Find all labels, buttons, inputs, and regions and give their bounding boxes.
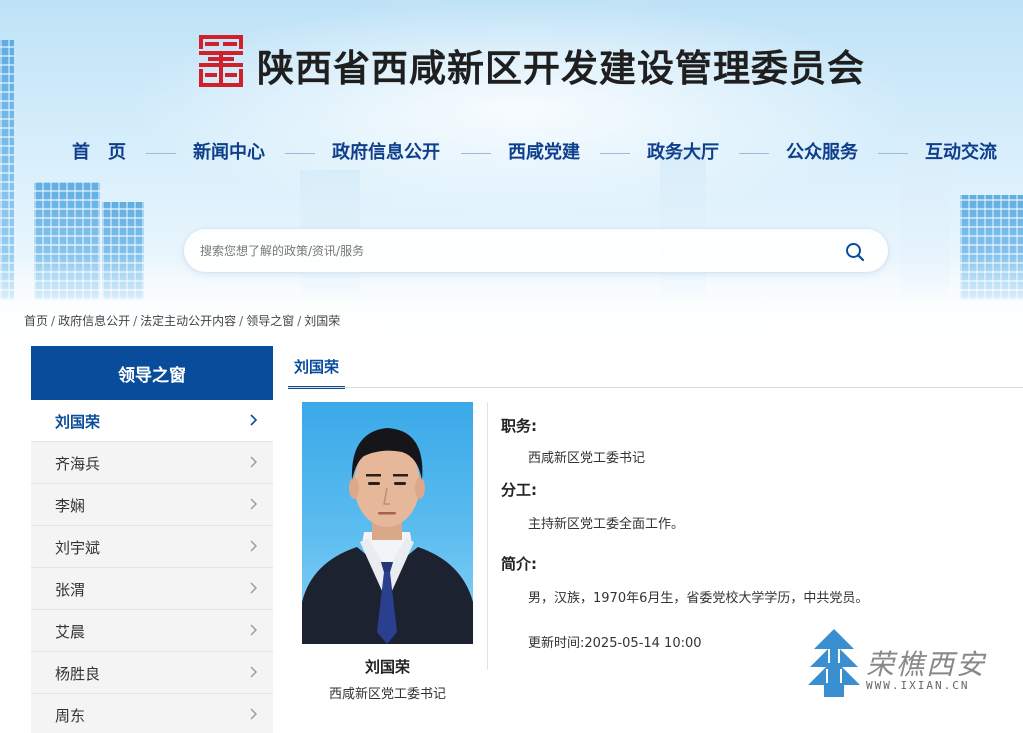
search-icon[interactable] — [844, 241, 866, 263]
sidebar-item-label: 刘宇斌 — [55, 539, 101, 557]
chevron-right-icon — [250, 540, 257, 552]
search-input[interactable] — [200, 240, 820, 262]
nav-item-news[interactable]: 新闻中心 — [193, 138, 265, 164]
chevron-right-icon — [250, 498, 257, 510]
nav-divider — [461, 153, 491, 154]
sidebar-item-zhou-dong[interactable]: 周东 — [31, 694, 273, 733]
breadcrumb: 首页 / 政府信息公开 / 法定主动公开内容 / 领导之窗 / 刘国荣 — [24, 312, 340, 329]
position-value: 西咸新区党工委书记 — [528, 451, 646, 466]
chevron-right-icon — [250, 582, 257, 594]
breadcrumb-public-content[interactable]: 法定主动公开内容 — [140, 314, 236, 328]
sidebar-item-qi-haibing[interactable]: 齐海兵 — [31, 442, 273, 484]
sidebar-item-liu-guorong[interactable]: 刘国荣 — [31, 400, 273, 442]
sidebar-item-label: 张渭 — [55, 581, 86, 599]
sidebar-item-ai-chen[interactable]: 艾晨 — [31, 610, 273, 652]
breadcrumb-separator: / — [297, 314, 302, 328]
nav-divider — [739, 153, 769, 154]
search-bar — [183, 228, 889, 273]
portrait-caption: 西咸新区党工委书记 — [328, 687, 446, 702]
sidebar-item-yang-shengliang[interactable]: 杨胜良 — [31, 652, 273, 694]
nav-divider — [878, 153, 908, 154]
breadcrumb-current: 刘国荣 — [304, 314, 341, 328]
breadcrumb-separator: / — [239, 314, 244, 328]
breadcrumb-leaders[interactable]: 领导之窗 — [246, 314, 294, 328]
sidebar-item-label: 杨胜良 — [55, 665, 101, 683]
sidebar-item-label: 李娴 — [55, 497, 86, 515]
sidebar-item-li-xian[interactable]: 李娴 — [31, 484, 273, 526]
nav-divider — [285, 153, 315, 154]
watermark-text: 荣樵西安 — [866, 648, 987, 681]
updated-time: 更新时间:2025-05-14 10:00 — [528, 636, 702, 651]
sidebar-item-label: 周东 — [55, 707, 86, 725]
nav-divider — [600, 153, 630, 154]
chevron-right-icon — [250, 708, 257, 720]
bio-label: 简介: — [501, 555, 537, 573]
site-title: 陕西省西咸新区开发建设管理委员会 — [257, 47, 865, 90]
breadcrumb-gov-info[interactable]: 政府信息公开 — [58, 314, 130, 328]
nav-item-gov-info[interactable]: 政府信息公开 — [332, 138, 440, 164]
nav-item-public-service[interactable]: 公众服务 — [786, 138, 858, 164]
nav-divider — [146, 153, 176, 154]
chevron-right-icon — [250, 624, 257, 636]
nav-item-service-hall[interactable]: 政务大厅 — [647, 138, 719, 164]
sidebar-title: 领导之窗 — [31, 346, 273, 400]
breadcrumb-separator: / — [133, 314, 138, 328]
chevron-right-icon — [250, 414, 258, 426]
duty-value: 主持新区党工委全面工作。 — [528, 517, 685, 532]
tab-leader-name[interactable]: 刘国荣 — [288, 356, 346, 389]
duty-label: 分工: — [501, 481, 537, 499]
seal-logo-icon — [199, 35, 243, 87]
sidebar-item-zhang-wei[interactable]: 张渭 — [31, 568, 273, 610]
sidebar-item-liu-yubin[interactable]: 刘宇斌 — [31, 526, 273, 568]
vertical-divider — [487, 402, 488, 670]
portrait-illustration — [302, 428, 473, 644]
position-label: 职务: — [501, 417, 537, 435]
watermark-url: WWW.IXIAN.CN — [866, 679, 970, 692]
nav-item-interaction[interactable]: 互动交流 — [925, 138, 997, 164]
chevron-right-icon — [250, 666, 257, 678]
nav-item-party[interactable]: 西咸党建 — [508, 138, 580, 164]
portrait-name: 刘国荣 — [364, 658, 410, 676]
leader-portrait-photo — [302, 402, 473, 644]
chevron-right-icon — [250, 456, 257, 468]
breadcrumb-home[interactable]: 首页 — [24, 314, 48, 328]
sidebar-item-label: 齐海兵 — [55, 455, 101, 473]
nav-item-home[interactable]: 首 页 — [72, 138, 126, 164]
breadcrumb-separator: / — [51, 314, 56, 328]
sidebar-item-label: 刘国荣 — [55, 413, 101, 431]
main-nav: 首 页 新闻中心 政府信息公开 西咸党建 政务大厅 公众服务 互动交流 — [0, 138, 1023, 168]
sidebar-item-label: 艾晨 — [55, 623, 86, 641]
tab-underline-divider — [288, 387, 1023, 388]
bio-value: 男，汉族，1970年6月生，省委党校大学学历，中共党员。 — [528, 591, 869, 606]
sidebar: 领导之窗 刘国荣 齐海兵 李娴 刘宇斌 张渭 艾晨 杨胜良 周东 — [31, 346, 273, 733]
